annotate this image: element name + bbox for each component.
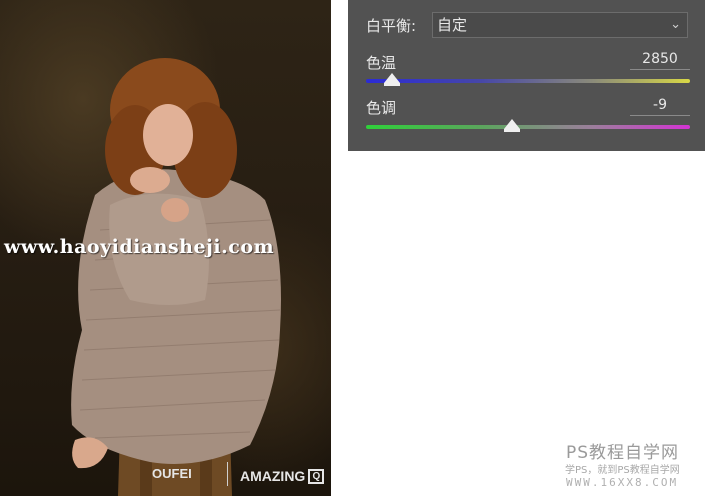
white-balance-dropdown[interactable]: 自定 ⌄: [432, 12, 688, 38]
tint-slider-track[interactable]: [366, 125, 690, 129]
site-url: WWW.16XX8.COM: [566, 476, 679, 489]
chevron-down-icon: ⌄: [670, 17, 681, 32]
tint-label: 色调: [366, 99, 397, 117]
white-balance-label: 白平衡:: [366, 17, 417, 35]
site-title: PS教程自学网: [566, 443, 680, 463]
white-balance-panel: 白平衡: 自定 ⌄ 色温 2850 色调 -9: [348, 0, 705, 151]
temperature-slider-thumb[interactable]: [383, 73, 400, 86]
temperature-slider-track[interactable]: [366, 79, 690, 83]
amazing-logo: AMAZING Q: [240, 468, 325, 484]
site-subtitle: 学PS，就到PS教程自学网: [565, 465, 680, 476]
temperature-value-field[interactable]: 2850: [630, 51, 690, 70]
tint-value-field[interactable]: -9: [630, 97, 690, 116]
amazing-logo-icon: Q: [308, 468, 325, 484]
watermark-text: www.haoyidiansheji.com: [4, 236, 275, 258]
tint-slider-thumb[interactable]: [503, 119, 520, 132]
amazing-logo-text: AMAZING: [240, 468, 306, 484]
photographer-logo: OUFEI: [152, 466, 192, 481]
white-balance-value: 自定: [437, 16, 468, 34]
temperature-label: 色温: [366, 54, 397, 72]
photo-image: www.haoyidiansheji.com OUFEI AMAZING Q: [0, 0, 331, 496]
logo-divider: [227, 462, 228, 486]
